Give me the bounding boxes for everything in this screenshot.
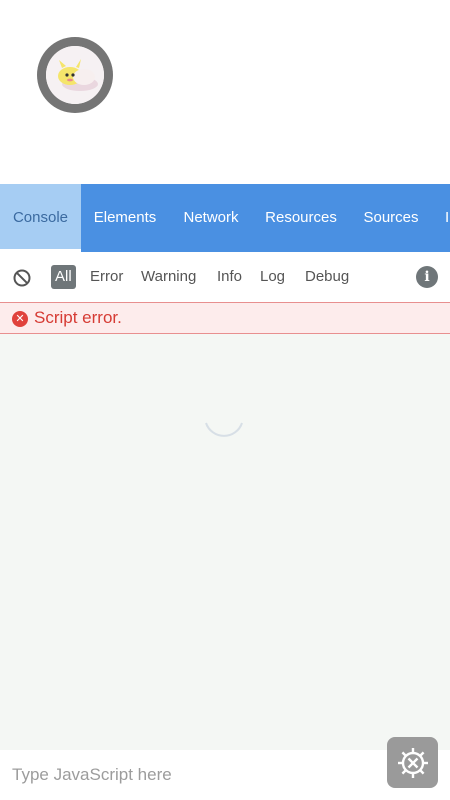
info-icon[interactable]: i — [416, 266, 438, 288]
filter-all[interactable]: All — [51, 265, 76, 289]
error-icon: ✕ — [12, 311, 28, 327]
devtools-tab-bar: Console Elements Network Resources Sourc… — [0, 184, 450, 252]
settings-button[interactable] — [387, 737, 438, 788]
tab-info-truncated[interactable]: I — [433, 184, 450, 252]
filter-log[interactable]: Log — [256, 265, 289, 289]
filter-error[interactable]: Error — [86, 265, 127, 289]
tab-network[interactable]: Network — [169, 184, 253, 252]
clear-console-icon[interactable] — [12, 268, 32, 288]
avatar[interactable] — [37, 37, 113, 113]
top-area — [0, 0, 450, 184]
app-screen: Console Elements Network Resources Sourc… — [0, 0, 450, 800]
loading-spinner-icon — [205, 422, 243, 437]
filter-warning[interactable]: Warning — [137, 265, 200, 289]
settings-gear-icon — [397, 747, 428, 778]
js-input-bar — [0, 750, 450, 800]
tab-elements[interactable]: Elements — [81, 184, 169, 252]
console-error-entry[interactable]: ✕ Script error. — [0, 302, 450, 334]
filter-info[interactable]: Info — [213, 265, 246, 289]
tab-sources[interactable]: Sources — [349, 184, 433, 252]
error-message: Script error. — [34, 308, 122, 327]
js-command-input[interactable] — [0, 750, 380, 800]
tab-console[interactable]: Console — [0, 184, 81, 252]
filter-debug[interactable]: Debug — [301, 265, 353, 289]
avatar-image — [46, 46, 104, 104]
tab-resources[interactable]: Resources — [253, 184, 349, 252]
console-filter-bar: All Error Warning Info Log Debug — [0, 252, 450, 303]
